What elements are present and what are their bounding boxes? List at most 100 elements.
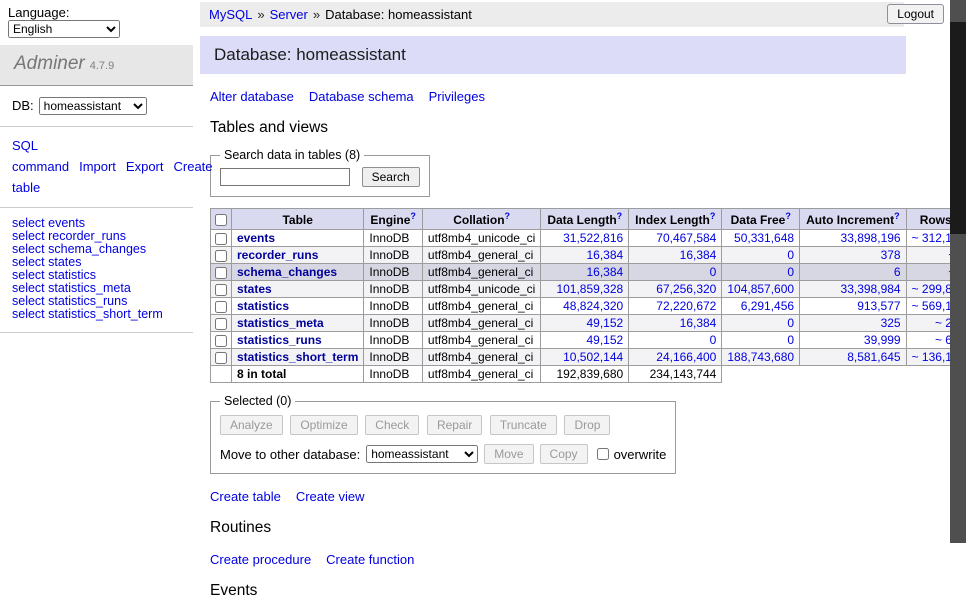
table-name-link[interactable]: statistics_meta <box>237 316 324 330</box>
index-length-link[interactable]: 16,384 <box>680 248 717 262</box>
database-schema-link[interactable]: Database schema <box>309 89 414 104</box>
data-free-link[interactable]: 104,857,600 <box>727 282 794 296</box>
table-name-link[interactable]: events <box>237 231 275 245</box>
move-button[interactable]: Move <box>484 444 533 464</box>
import-link[interactable]: Import <box>79 159 116 174</box>
index-length-link[interactable]: 0 <box>710 265 717 279</box>
row-checkbox[interactable] <box>215 352 227 364</box>
scrollbar-thumb[interactable] <box>950 22 966 234</box>
index-length-link[interactable]: 67,256,320 <box>656 282 716 296</box>
sidebar-table-link[interactable]: select statistics_short_term <box>12 308 181 321</box>
table-name-link[interactable]: statistics_short_term <box>237 350 358 364</box>
search-input[interactable] <box>220 168 350 186</box>
auto-increment-link[interactable]: 33,898,196 <box>841 231 901 245</box>
privileges-link[interactable]: Privileges <box>429 89 485 104</box>
create-view-link[interactable]: Create view <box>296 489 365 504</box>
data-free-link[interactable]: 0 <box>787 248 794 262</box>
selected-action-button[interactable]: Repair <box>427 415 482 435</box>
data-free-link[interactable]: 6,291,456 <box>741 299 794 313</box>
column-help-link[interactable]: ? <box>410 211 416 221</box>
selected-legend: Selected (0) <box>220 394 295 408</box>
row-checkbox[interactable] <box>215 233 227 245</box>
auto-increment-link[interactable]: 378 <box>881 248 901 262</box>
table-name-link[interactable]: statistics <box>237 299 289 313</box>
move-db-select[interactable]: homeassistant <box>366 445 478 463</box>
data-length-link[interactable]: 49,152 <box>586 333 623 347</box>
index-length-cell: 16,384 <box>629 315 722 332</box>
table-row: schema_changes InnoDB utf8mb4_general_ci… <box>211 264 966 281</box>
collation-cell: utf8mb4_general_ci <box>422 264 540 281</box>
data-length-link[interactable]: 10,502,144 <box>563 350 623 364</box>
db-select[interactable]: homeassistant <box>39 97 147 115</box>
data-free-link[interactable]: 188,743,680 <box>727 350 794 364</box>
column-help-link[interactable]: ? <box>710 211 716 221</box>
table-name-link[interactable]: statistics_runs <box>237 333 322 347</box>
select-all-checkbox[interactable] <box>215 214 227 226</box>
index-length-link[interactable]: 24,166,400 <box>656 350 716 364</box>
data-free-link[interactable]: 0 <box>787 265 794 279</box>
data-free-link[interactable]: 0 <box>787 333 794 347</box>
language-select[interactable]: English <box>8 20 120 38</box>
column-help-link[interactable]: ? <box>505 211 511 221</box>
row-checkbox[interactable] <box>215 284 227 296</box>
vertical-scrollbar[interactable] <box>950 0 966 543</box>
index-length-link[interactable]: 70,467,584 <box>656 231 716 245</box>
column-help-link[interactable]: ? <box>785 211 791 221</box>
selected-action-button[interactable]: Truncate <box>490 415 557 435</box>
table-name-link[interactable]: schema_changes <box>237 265 337 279</box>
auto-increment-link[interactable]: 8,581,645 <box>847 350 900 364</box>
row-select-cell <box>211 315 232 332</box>
alter-database-link[interactable]: Alter database <box>210 89 294 104</box>
data-length-link[interactable]: 49,152 <box>586 316 623 330</box>
engine-cell: InnoDB <box>364 281 423 298</box>
selected-action-button[interactable]: Check <box>365 415 419 435</box>
row-checkbox[interactable] <box>215 250 227 262</box>
auto-increment-link[interactable]: 6 <box>894 265 901 279</box>
row-checkbox[interactable] <box>215 335 227 347</box>
language-label: Language: <box>8 5 69 20</box>
copy-button[interactable]: Copy <box>540 444 588 464</box>
breadcrumb-mysql-link[interactable]: MySQL <box>209 7 252 22</box>
row-checkbox[interactable] <box>215 267 227 279</box>
index-length-link[interactable]: 0 <box>710 333 717 347</box>
data-length-link[interactable]: 101,859,328 <box>556 282 623 296</box>
data-free-link[interactable]: 0 <box>787 316 794 330</box>
index-length-link[interactable]: 72,220,672 <box>656 299 716 313</box>
sql-command-link[interactable]: SQL command <box>12 138 69 174</box>
auto-increment-link[interactable]: 325 <box>881 316 901 330</box>
data-length-link[interactable]: 16,384 <box>586 265 623 279</box>
selected-action-button[interactable]: Analyze <box>220 415 283 435</box>
create-procedure-link[interactable]: Create procedure <box>210 552 311 567</box>
row-checkbox[interactable] <box>215 301 227 313</box>
data-length-cell: 101,859,328 <box>541 281 629 298</box>
table-name-cell: recorder_runs <box>232 247 364 264</box>
data-length-link[interactable]: 31,522,816 <box>563 231 623 245</box>
data-free-link[interactable]: 50,331,648 <box>734 231 794 245</box>
auto-increment-cell: 39,999 <box>800 332 907 349</box>
column-help-link[interactable]: ? <box>894 211 900 221</box>
table-name-link[interactable]: states <box>237 282 272 296</box>
logout-button[interactable]: Logout <box>887 4 944 24</box>
create-function-link[interactable]: Create function <box>326 552 414 567</box>
row-select-cell <box>211 247 232 264</box>
column-help-link[interactable]: ? <box>617 211 623 221</box>
search-button[interactable]: Search <box>362 167 420 187</box>
index-length-cell: 72,220,672 <box>629 298 722 315</box>
create-table-link-main[interactable]: Create table <box>210 489 281 504</box>
data-length-link[interactable]: 48,824,320 <box>563 299 623 313</box>
auto-increment-link[interactable]: 33,398,984 <box>841 282 901 296</box>
row-checkbox[interactable] <box>215 318 227 330</box>
data-length-link[interactable]: 16,384 <box>586 248 623 262</box>
tables-overview-table: Table Engine? Collation? Data Length? In… <box>210 208 966 383</box>
row-select-cell <box>211 264 232 281</box>
auto-increment-link[interactable]: 39,999 <box>864 333 901 347</box>
export-link[interactable]: Export <box>126 159 164 174</box>
index-length-link[interactable]: 16,384 <box>680 316 717 330</box>
auto-increment-link[interactable]: 913,577 <box>857 299 900 313</box>
selected-action-button[interactable]: Optimize <box>290 415 357 435</box>
selected-action-button[interactable]: Drop <box>564 415 610 435</box>
auto-increment-cell: 6 <box>800 264 907 281</box>
breadcrumb-server-link[interactable]: Server <box>270 7 308 22</box>
table-name-link[interactable]: recorder_runs <box>237 248 318 262</box>
overwrite-checkbox[interactable] <box>597 448 609 460</box>
